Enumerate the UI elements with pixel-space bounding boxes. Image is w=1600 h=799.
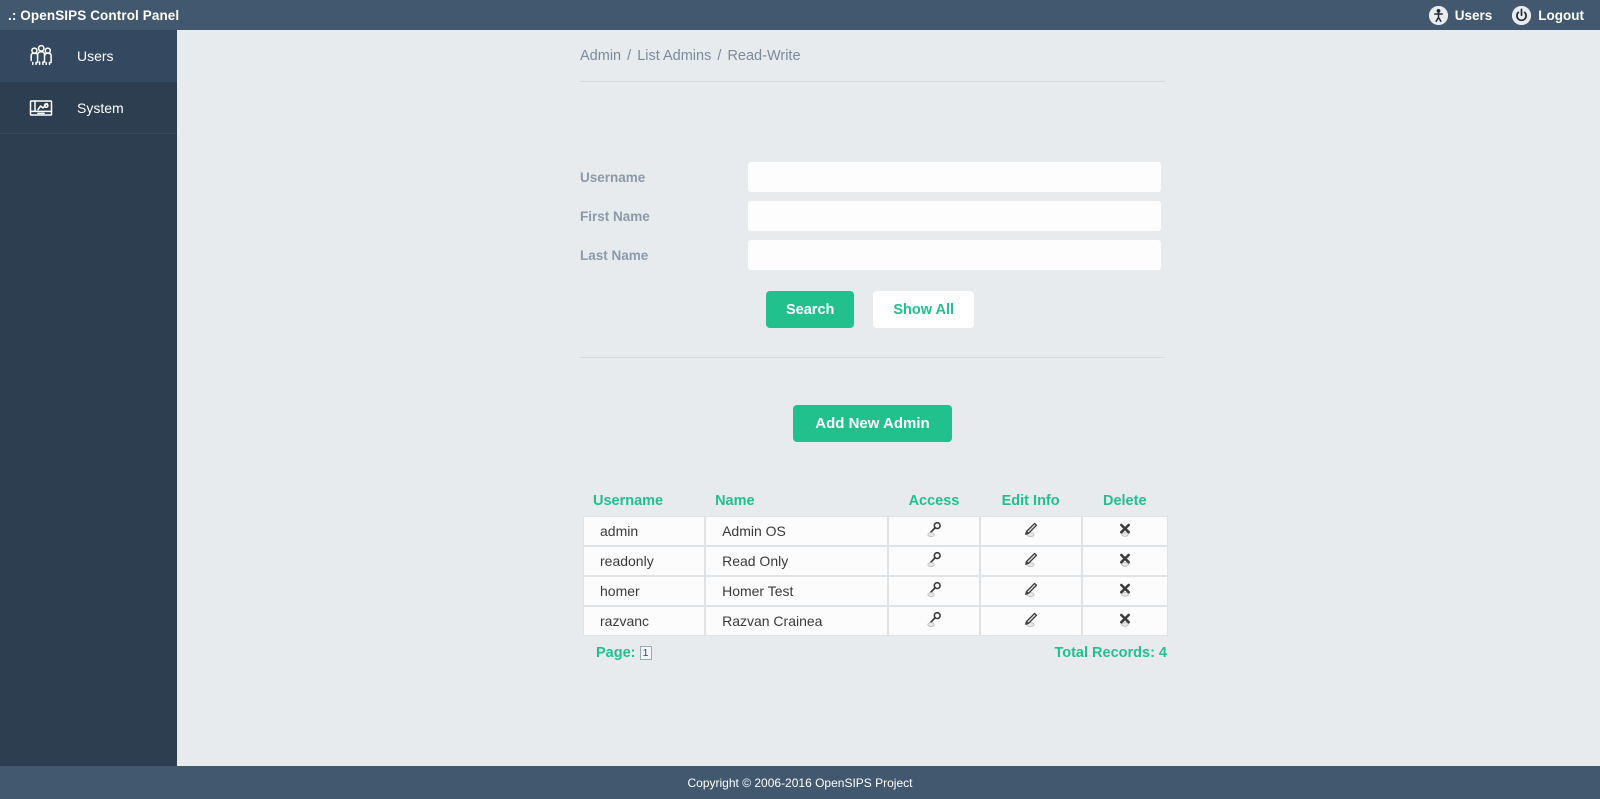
table-header-row: Username Name Access Edit Info Delete [583, 493, 1168, 516]
cross-icon [1119, 583, 1130, 597]
cell-username: readonly [583, 546, 706, 576]
column-header-delete: Delete [1102, 493, 1147, 509]
first-name-label: First Name [580, 208, 650, 224]
form-row-first-name: First Name [580, 201, 1165, 231]
edit-button[interactable] [979, 516, 1082, 546]
column-header-name: Name [715, 493, 755, 509]
add-admin-row: Add New Admin [580, 405, 1165, 442]
breadcrumb-separator: / [717, 48, 722, 64]
column-header-edit-info: Edit Info [1001, 493, 1060, 509]
person-circle-icon [1428, 5, 1448, 25]
sidebar-item-system[interactable]: System [0, 82, 177, 134]
copyright-text: Copyright © 2006-2016 OpenSIPS Project [687, 775, 913, 790]
key-icon [927, 581, 941, 597]
column-header-username: Username [593, 493, 664, 509]
people-group-icon [26, 41, 56, 71]
last-name-input[interactable] [748, 240, 1161, 270]
main-content-area: Admin / List Admins / Read-Write Usernam… [177, 30, 1600, 766]
page-label: Page: [596, 645, 636, 661]
delete-button[interactable] [1081, 606, 1168, 636]
pencil-icon [1025, 552, 1038, 567]
breadcrumb: Admin / List Admins / Read-Write [580, 30, 1165, 82]
page-footer: Copyright © 2006-2016 OpenSIPS Project [0, 766, 1600, 799]
first-name-input[interactable] [748, 201, 1161, 231]
column-header-access: Access [908, 493, 960, 509]
search-form: Username First Name Last Name Search Sho… [580, 162, 1165, 328]
access-button[interactable] [888, 546, 980, 576]
delete-button[interactable] [1081, 546, 1168, 576]
cross-icon [1119, 613, 1130, 627]
header-logout-link[interactable]: Logout [1512, 5, 1584, 25]
sidebar-item-users[interactable]: Users [0, 30, 177, 82]
breadcrumb-item-read-write[interactable]: Read-Write [727, 48, 800, 64]
admins-table-wrap: Username Name Access Edit Info Delete ad… [580, 493, 1168, 661]
breadcrumb-item-list-admins[interactable]: List Admins [637, 48, 711, 64]
content-column: Admin / List Admins / Read-Write Usernam… [580, 30, 1168, 661]
sidebar-item-users-label: Users [77, 47, 114, 64]
header-users-link[interactable]: Users [1428, 5, 1493, 25]
cross-icon [1119, 523, 1130, 537]
key-icon [927, 611, 941, 627]
header-users-label: Users [1454, 7, 1493, 23]
access-button[interactable] [888, 576, 980, 606]
table-head: Username Name Access Edit Info Delete [583, 493, 1168, 516]
cell-username: razvanc [583, 606, 706, 636]
admins-table: Username Name Access Edit Info Delete ad… [583, 493, 1168, 636]
cell-username: admin [583, 516, 706, 546]
pencil-icon [1025, 612, 1038, 627]
search-button-row: Search Show All [580, 291, 1165, 328]
sidebar: Users System [0, 30, 177, 766]
cell-name: Admin OS [705, 516, 889, 546]
table-row: homer Homer Test [583, 576, 1168, 606]
cell-name: Razvan Crainea [705, 606, 889, 636]
pencil-icon [1025, 582, 1038, 597]
form-row-username: Username [580, 162, 1165, 192]
header-actions: Users Logout [1428, 5, 1600, 25]
breadcrumb-separator: / [627, 48, 632, 64]
key-icon [927, 551, 941, 567]
delete-button[interactable] [1081, 516, 1168, 546]
system-monitor-icon [26, 93, 56, 123]
search-button[interactable]: Search [766, 291, 855, 328]
cell-name: Read Only [705, 546, 889, 576]
access-button[interactable] [888, 606, 980, 636]
power-icon [1512, 5, 1532, 25]
access-button[interactable] [888, 516, 980, 546]
app-title: .: OpenSIPS Control Panel [8, 7, 180, 23]
sidebar-item-system-label: System [77, 99, 124, 116]
top-header-bar: .: OpenSIPS Control Panel Users Logout [0, 0, 1600, 30]
last-name-label: Last Name [580, 247, 649, 263]
form-row-last-name: Last Name [580, 240, 1165, 270]
table-body: admin Admin OS readonly Read Only homer … [583, 516, 1168, 636]
pagination: Page: 1 [596, 645, 652, 661]
delete-button[interactable] [1081, 576, 1168, 606]
show-all-button[interactable]: Show All [873, 291, 975, 328]
username-label: Username [580, 169, 646, 185]
edit-button[interactable] [979, 606, 1082, 636]
cell-name: Homer Test [705, 576, 889, 606]
breadcrumb-item-admin[interactable]: Admin [580, 48, 621, 64]
table-row: admin Admin OS [583, 516, 1168, 546]
table-footer: Page: 1 Total Records: 4 [583, 645, 1168, 661]
header-logout-label: Logout [1538, 7, 1584, 23]
pencil-icon [1025, 522, 1038, 537]
edit-button[interactable] [979, 576, 1082, 606]
section-divider [580, 357, 1165, 358]
add-new-admin-button[interactable]: Add New Admin [793, 405, 952, 442]
page-number[interactable]: 1 [639, 646, 652, 660]
username-input[interactable] [748, 162, 1161, 192]
total-records-label: Total Records: 4 [1054, 645, 1167, 661]
edit-button[interactable] [979, 546, 1082, 576]
table-row: razvanc Razvan Crainea [583, 606, 1168, 636]
cross-icon [1119, 553, 1130, 567]
key-icon [927, 521, 941, 537]
table-row: readonly Read Only [583, 546, 1168, 576]
cell-username: homer [583, 576, 706, 606]
